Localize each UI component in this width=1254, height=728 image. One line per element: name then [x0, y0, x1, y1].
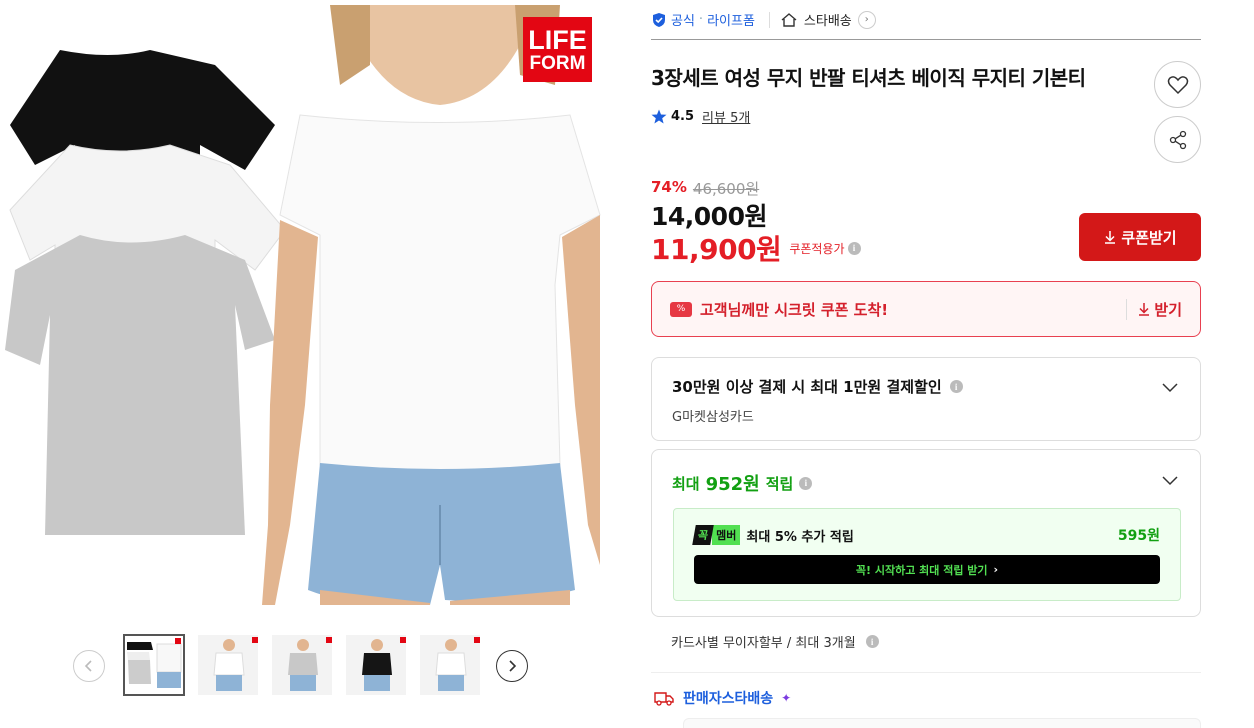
points-prefix: 최대 [672, 474, 700, 493]
coupon-price-row: 11,900원 쿠폰적용가 i [651, 228, 861, 268]
coupon-button-label: 쿠폰받기 [1121, 228, 1177, 247]
discount-rate: 74% [651, 178, 687, 196]
share-icon [1169, 130, 1186, 149]
member-badge: 꼭 멤버 [692, 525, 741, 545]
thumbnail-image [272, 635, 332, 695]
thumbnail-5[interactable] [419, 634, 481, 696]
coupon-price: 11,900원 [651, 233, 782, 266]
brand-badge-line1: LIFE [528, 24, 587, 55]
chevron-right-icon: › [857, 10, 876, 29]
denim-shorts [308, 463, 575, 605]
secret-coupon-text: 고객님께만 시크릿 쿠폰 도착! [700, 300, 889, 319]
model-white-tshirt [279, 114, 601, 471]
card-discount-title-row: 30만원 이상 결제 시 최대 1만원 결제할인 i [672, 376, 1180, 397]
secret-coupon-action: 받기 [1154, 300, 1182, 319]
product-main-image: LIFE FORM [0, 5, 601, 605]
points-panel: 최대 952원 적립 i 꼭 멤버 최대 5% 추가 적립 595원 꼭! 시작… [651, 449, 1201, 617]
points-amount: 952원 [705, 474, 760, 495]
chevron-down-icon[interactable] [1162, 472, 1178, 488]
thumbnail-next-button[interactable] [496, 650, 528, 682]
sparkle-icon: ✦ [781, 691, 792, 705]
divider [651, 672, 1201, 673]
rating-score: 4.5 [671, 109, 695, 124]
wishlist-button[interactable] [1154, 61, 1201, 108]
member-benefit-row: 꼭 멤버 최대 5% 추가 적립 595원 [692, 525, 1160, 545]
installment-info: 카드사별 무이자할부 / 최대 3개월 i [671, 632, 879, 651]
thumbnail-4[interactable] [345, 634, 407, 696]
secret-coupon-banner[interactable]: % 고객님께만 시크릿 쿠폰 도착! 받기 [651, 281, 1201, 337]
star-icon [651, 109, 667, 124]
installment-text: 카드사별 무이자할부 / 최대 3개월 [671, 636, 856, 651]
info-icon[interactable]: i [949, 380, 963, 393]
card-discount-title: 30만원 이상 결제 시 최대 1만원 결제할인 [672, 378, 942, 396]
thumbnail-prev-button[interactable] [73, 650, 105, 682]
coupon-download-button[interactable]: 쿠폰받기 [1079, 213, 1201, 261]
review-count-link[interactable]: 리뷰 5개 [702, 107, 750, 126]
thumbnail-image [125, 636, 183, 694]
official-label: 공식 [671, 14, 695, 29]
chevron-right-icon [509, 660, 517, 672]
product-info-panel: 공식 · 라이프폼 스타배송 › 3장세트 여성 무지 반팔 티셔츠 베이직 무… [651, 0, 1201, 728]
member-join-button[interactable]: 꼭! 시작하고 최대 적립 받기 › [694, 555, 1160, 584]
thumbnail-image [346, 635, 406, 695]
points-title: 최대 952원 적립 i [672, 470, 1180, 496]
home-icon [781, 12, 797, 27]
points-suffix: 적립 [765, 474, 794, 493]
thumbnail-1[interactable] [123, 634, 185, 696]
thumbnail-image [198, 635, 258, 695]
thumbnail-strip [73, 633, 533, 697]
heart-icon [1167, 75, 1188, 94]
coupon-label-text: 쿠폰적용가 [789, 241, 845, 256]
thumbnail-2[interactable] [197, 634, 259, 696]
member-badge-b: 멤버 [712, 525, 741, 545]
thumbnail-image [420, 635, 480, 695]
official-store-link[interactable]: 공식 · 라이프폼 [651, 11, 770, 29]
coupon-price-label: 쿠폰적용가 i [789, 240, 861, 257]
brand-badge-line2: FORM [529, 52, 586, 74]
coupon-ticket-icon: % [670, 301, 692, 317]
member-badge-a: 꼭 [692, 525, 714, 545]
member-cta-label: 꼭! 시작하고 최대 적립 받기 [855, 563, 988, 577]
verified-shield-icon [653, 12, 665, 27]
thumbnail-3[interactable] [271, 634, 333, 696]
chevron-left-icon [84, 660, 92, 672]
chevron-down-icon[interactable] [1162, 379, 1178, 395]
seller-delivery-label: 판매자스타배송 [683, 691, 774, 707]
download-icon [1105, 231, 1116, 244]
star-delivery-link[interactable]: 스타배송 › [770, 10, 876, 29]
member-benefit-box: 꼭 멤버 최대 5% 추가 적립 595원 꼭! 시작하고 최대 적립 받기 › [673, 508, 1181, 601]
chevron-right-icon: › [993, 563, 999, 576]
tshirt-photo [5, 5, 601, 605]
secret-coupon-get-button[interactable]: 받기 [1126, 298, 1182, 320]
delivery-detail-box [683, 718, 1201, 728]
share-button[interactable] [1154, 116, 1201, 163]
store-name: 라이프폼 [707, 14, 755, 29]
delivery-label: 스타배송 [803, 14, 852, 29]
download-icon [1139, 303, 1150, 316]
info-icon[interactable]: i [847, 241, 861, 255]
delivery-truck-icon [654, 692, 674, 706]
original-price: 46,600원 [692, 180, 760, 198]
card-discount-subtitle: G마켓삼성카드 [672, 410, 754, 425]
discount-line: 74% 46,600원 [651, 178, 759, 199]
rating-summary: 4.5 리뷰 5개 [651, 107, 750, 126]
info-icon[interactable]: i [799, 476, 813, 490]
gray-tshirt [5, 235, 275, 535]
member-points: 595원 [1117, 528, 1160, 544]
product-title: 3장세트 여성 무지 반팔 티셔츠 베이직 무지티 기본티 [651, 66, 1086, 90]
member-benefit-text: 최대 5% 추가 적립 [746, 529, 854, 545]
info-icon[interactable]: i [865, 635, 879, 648]
seller-star-delivery: 판매자스타배송 ✦ [653, 688, 791, 708]
brand-badge: LIFE FORM [523, 17, 592, 82]
store-breadcrumb: 공식 · 라이프폼 스타배송 › [651, 0, 1201, 40]
card-discount-panel[interactable]: 30만원 이상 결제 시 최대 1만원 결제할인 i G마켓삼성카드 [651, 357, 1201, 441]
